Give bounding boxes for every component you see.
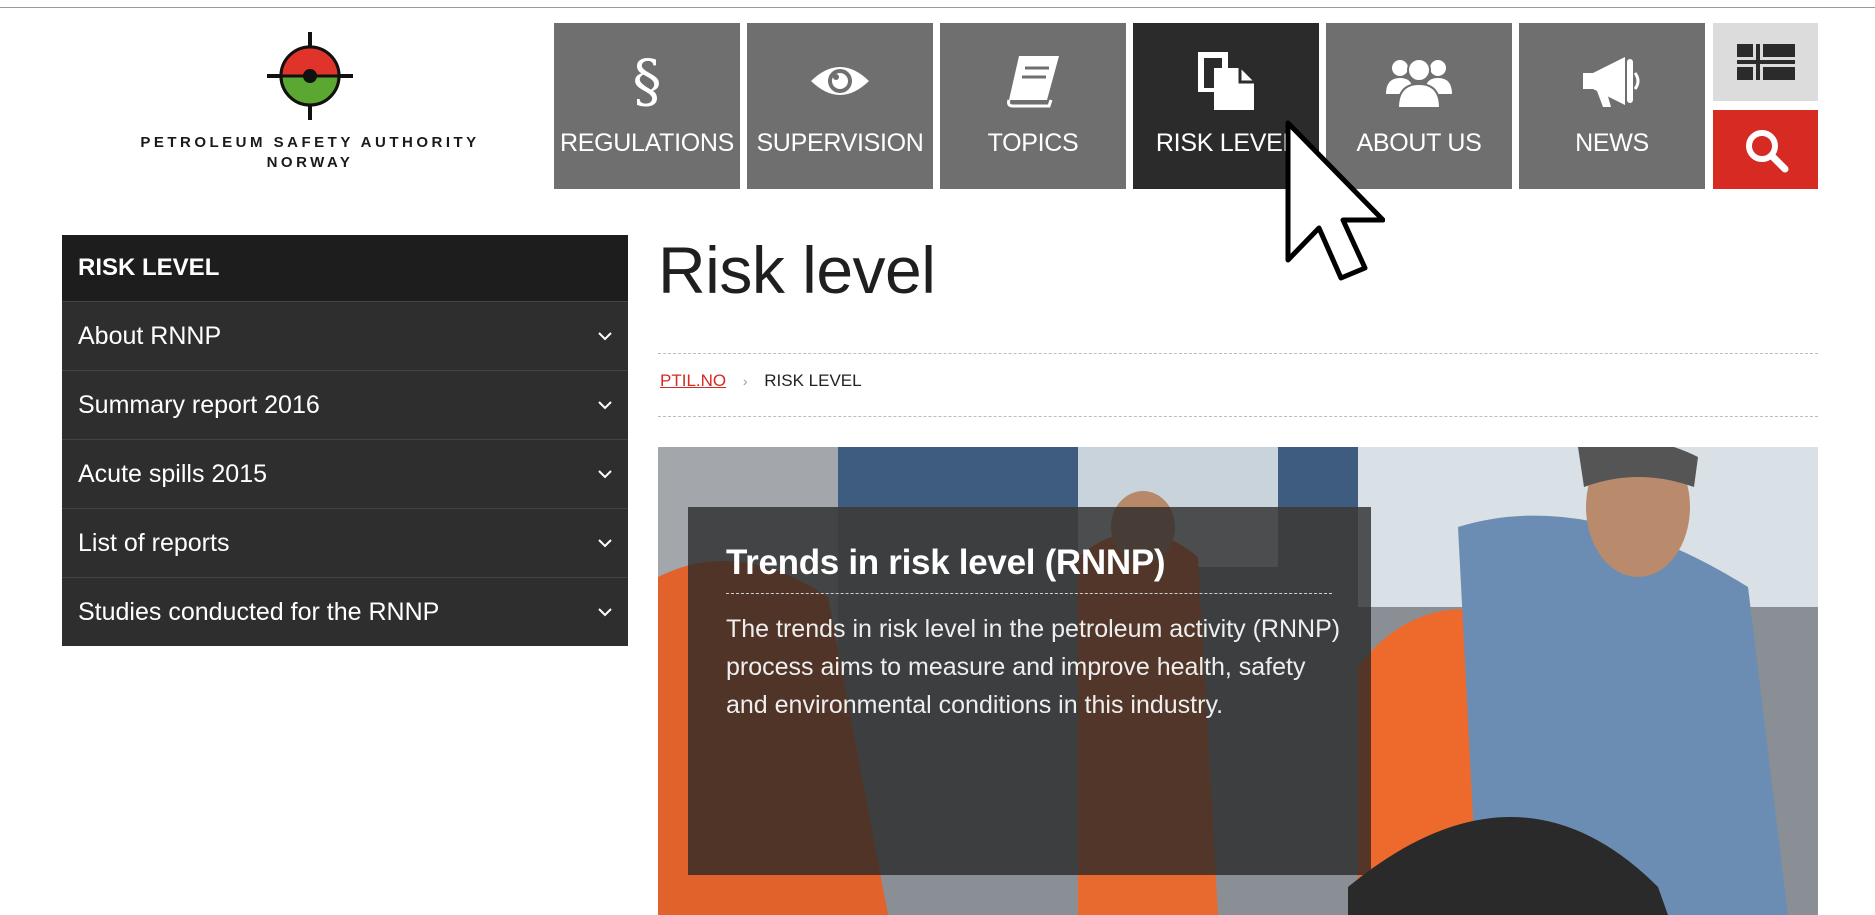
chevron-right-icon: › xyxy=(742,373,748,389)
hero-divider xyxy=(726,593,1332,594)
sidebar-item-label: List of reports xyxy=(78,529,230,557)
megaphone-icon xyxy=(1519,51,1705,111)
paragraph-icon: § xyxy=(632,47,662,115)
hero-banner[interactable]: Trends in risk level (RNNP) The trends i… xyxy=(658,447,1818,915)
language-button[interactable] xyxy=(1713,23,1818,101)
mouse-cursor-icon xyxy=(1285,120,1385,281)
page-title: Risk level xyxy=(658,233,936,307)
norwegian-flag-icon xyxy=(1734,40,1797,84)
chevron-down-icon[interactable] xyxy=(598,302,612,370)
divider xyxy=(658,353,1818,354)
sidebar-item-label: Acute spills 2015 xyxy=(78,460,268,488)
group-icon xyxy=(1326,51,1512,111)
logo-text-line1: PETROLEUM SAFETY AUTHORITY xyxy=(140,134,480,151)
sidebar-item-summary-report-2016[interactable]: Summary report 2016 xyxy=(62,370,628,439)
chevron-down-icon[interactable] xyxy=(598,440,612,508)
chevron-down-icon[interactable] xyxy=(598,578,612,646)
nav-label: NEWS xyxy=(1575,129,1649,157)
eye-icon xyxy=(747,51,933,111)
sidebar-menu: RISK LEVEL About RNNP Summary report 201… xyxy=(62,235,628,646)
nav-supervision[interactable]: SUPERVISION xyxy=(747,23,933,189)
book-icon xyxy=(940,51,1126,111)
sidebar-item-list-of-reports[interactable]: List of reports xyxy=(62,508,628,577)
search-button[interactable] xyxy=(1713,110,1818,189)
document-icon xyxy=(1133,51,1319,111)
breadcrumb: PTIL.NO › RISK LEVEL xyxy=(660,371,862,391)
nav-label: TOPICS xyxy=(987,129,1079,157)
search-icon xyxy=(1745,129,1788,172)
logo-crosshair-icon xyxy=(267,32,353,120)
hero-title[interactable]: Trends in risk level (RNNP) xyxy=(726,543,1166,583)
nav-regulations[interactable]: § REGULATIONS xyxy=(554,23,740,189)
sidebar-header[interactable]: RISK LEVEL xyxy=(62,235,628,301)
chevron-down-icon[interactable] xyxy=(598,371,612,439)
sidebar-item-acute-spills-2015[interactable]: Acute spills 2015 xyxy=(62,439,628,508)
nav-label: REGULATIONS xyxy=(559,129,735,157)
top-border xyxy=(0,7,1875,8)
sidebar-item-label: Summary report 2016 xyxy=(78,391,320,419)
sidebar-item-about-rnnp[interactable]: About RNNP xyxy=(62,301,628,370)
nav-news[interactable]: NEWS xyxy=(1519,23,1705,189)
hero-description: The trends in risk level in the petroleu… xyxy=(726,615,1341,719)
nav-label: SUPERVISION xyxy=(756,129,924,157)
hero-caption-box: Trends in risk level (RNNP) The trends i… xyxy=(688,507,1371,875)
logo-text-line2: NORWAY xyxy=(266,154,354,171)
sidebar-item-label: About RNNP xyxy=(78,322,222,350)
site-logo[interactable]: PETROLEUM SAFETY AUTHORITY NORWAY xyxy=(140,30,480,175)
chevron-down-icon[interactable] xyxy=(598,509,612,577)
breadcrumb-current: RISK LEVEL xyxy=(764,371,862,390)
nav-topics[interactable]: TOPICS xyxy=(940,23,1126,189)
sidebar-item-studies-rnnp[interactable]: Studies conducted for the RNNP xyxy=(62,577,628,646)
breadcrumb-home-link[interactable]: PTIL.NO xyxy=(660,371,726,390)
sidebar-item-label: Studies conducted for the RNNP xyxy=(78,598,440,626)
divider xyxy=(658,416,1818,417)
